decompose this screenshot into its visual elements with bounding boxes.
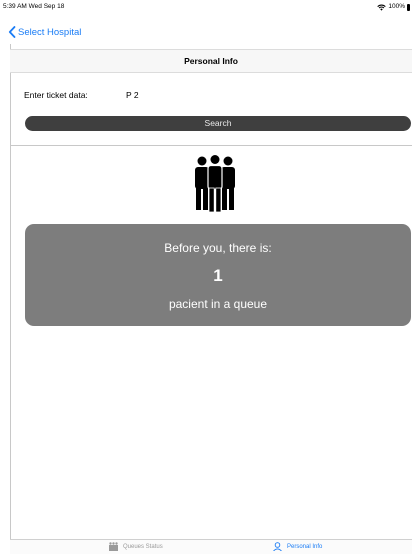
tab-personal-info[interactable]: Personal Info <box>272 542 322 551</box>
queue-count: 1 <box>213 266 223 285</box>
split-divider <box>10 44 11 539</box>
people-queue-icon <box>195 155 235 213</box>
tab-bar: Queues Status Personal Info <box>10 539 412 554</box>
queue-card: Before you, there is: 1 pacient in a que… <box>25 224 411 326</box>
search-button[interactable]: Search <box>25 116 411 131</box>
queue-suffix-text: pacient in a queue <box>168 297 268 311</box>
tab-queues-label: Queues Status <box>123 543 163 550</box>
battery-percent: 100% <box>388 3 405 10</box>
queue-before-text: Before you, there is: <box>164 241 272 255</box>
page-title: Personal Info <box>10 49 412 73</box>
tab-queues-status[interactable]: Queues Status <box>108 542 163 551</box>
tab-personal-label: Personal Info <box>287 543 323 550</box>
status-bar: 5:39 AM Wed Sep 18 100% <box>0 0 412 14</box>
chevron-left-icon <box>8 26 16 38</box>
back-button[interactable]: Select Hospital <box>8 26 81 38</box>
wifi-icon <box>377 4 387 11</box>
ticket-label: Enter ticket data: <box>24 90 88 100</box>
status-right: 100% <box>377 0 410 14</box>
back-button-label: Select Hospital <box>18 26 82 38</box>
nav-bar: Select Hospital <box>0 22 412 44</box>
person-icon <box>273 542 282 551</box>
ticket-input[interactable]: P 2 <box>126 90 139 100</box>
divider <box>10 145 412 146</box>
people-icon <box>109 542 118 551</box>
battery-icon <box>407 3 410 11</box>
status-time: 5:39 AM Wed Sep 18 <box>3 3 65 10</box>
